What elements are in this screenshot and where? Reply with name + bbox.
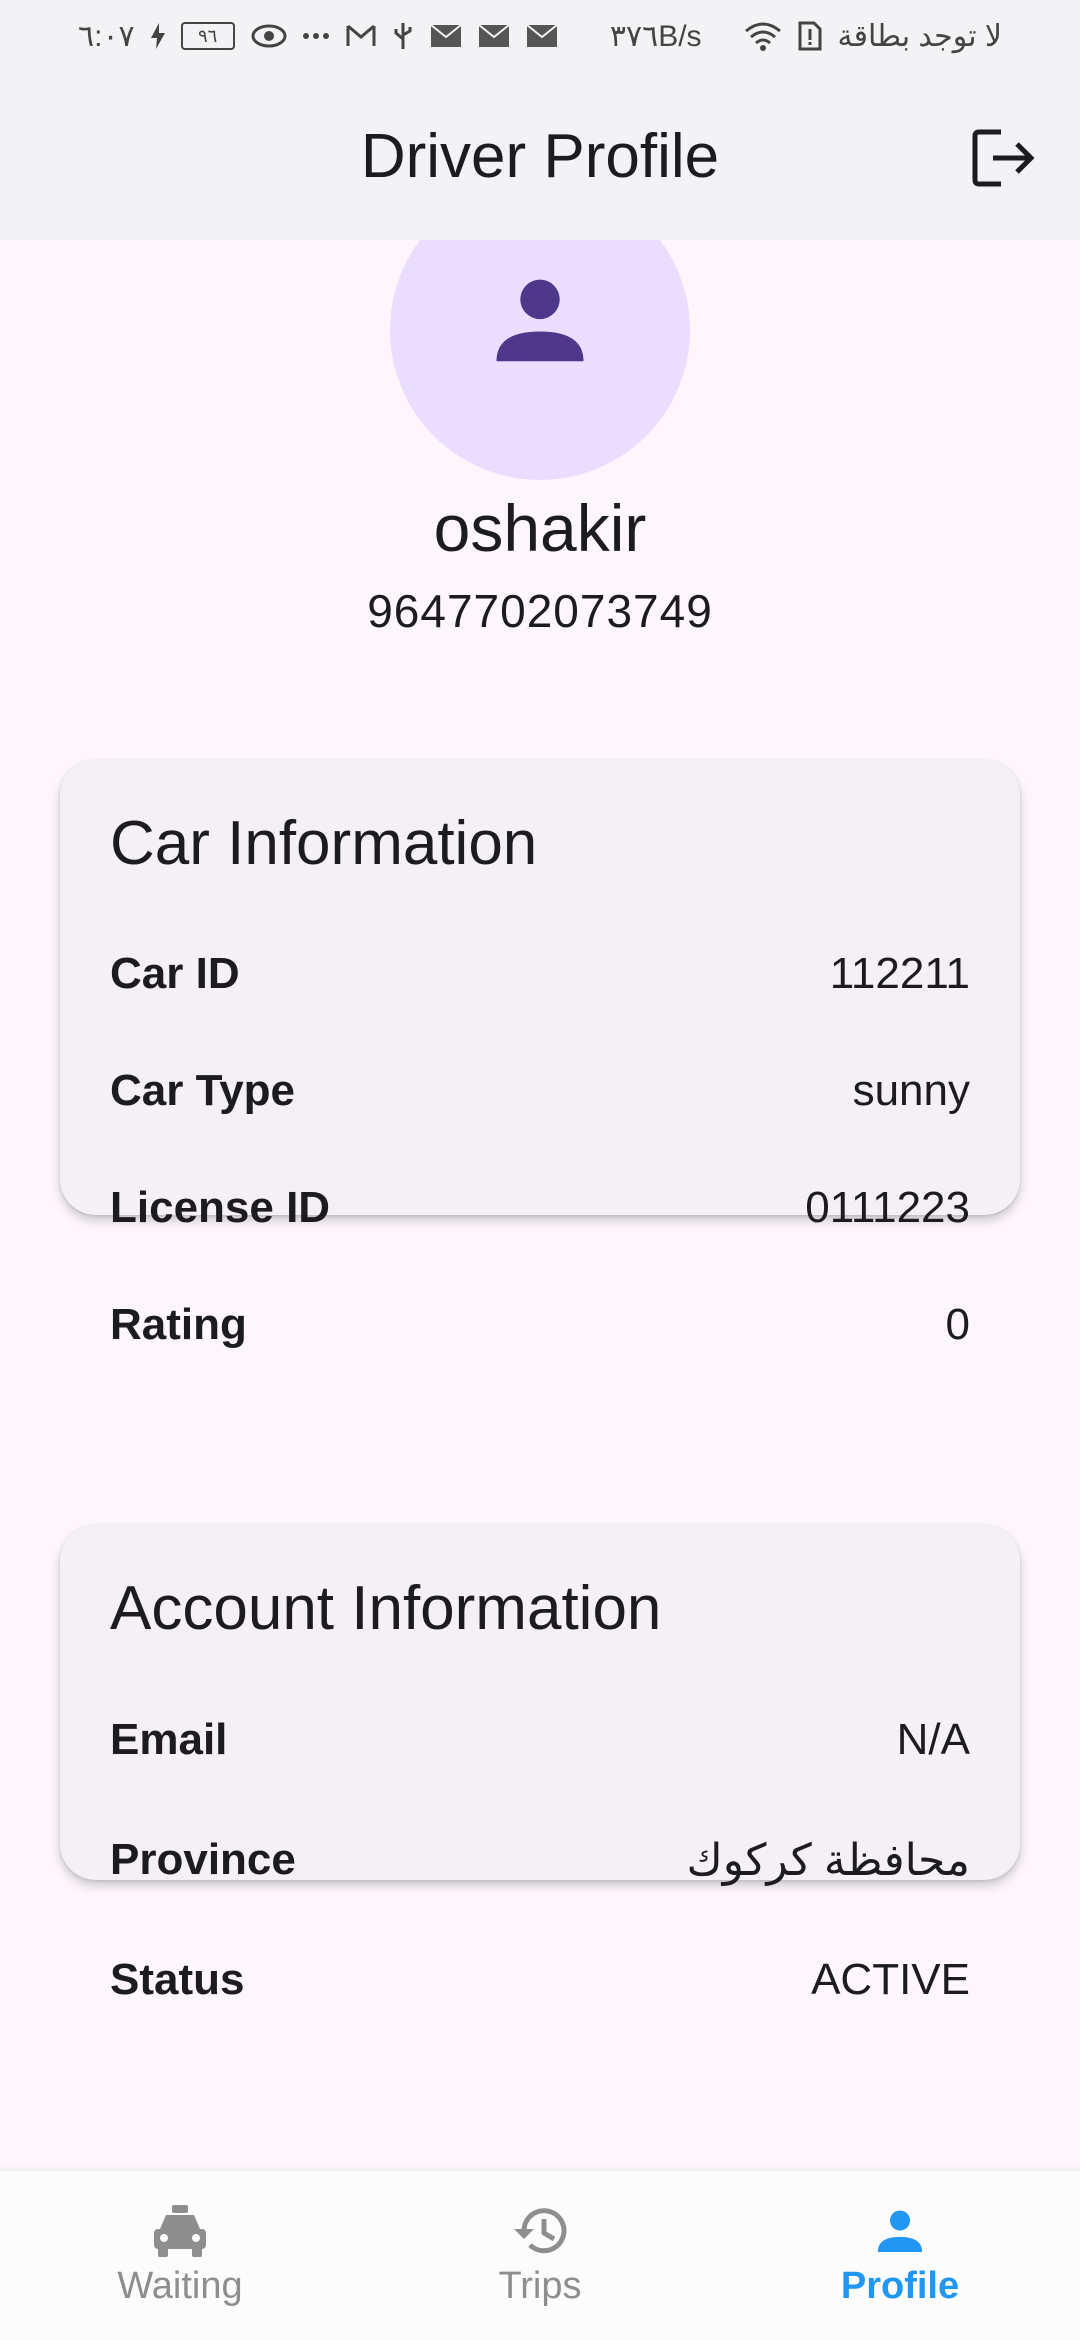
taxi-icon	[154, 2205, 206, 2257]
more-icon	[302, 32, 330, 40]
account-info-card: Account Information Email N/A Province م…	[60, 1525, 1020, 2004]
profile-content: oshakir 9647702073749 Car Information Ca…	[0, 240, 1080, 2170]
mail-icon	[430, 24, 462, 48]
license-id-row: License ID 0111223	[110, 1149, 970, 1266]
nav-item-waiting[interactable]: Waiting	[0, 2171, 360, 2340]
car-type-row: Car Type sunny	[110, 1032, 970, 1149]
page-title: Driver Profile	[360, 121, 720, 191]
status-time: ٦:٠٧	[78, 19, 135, 53]
status-row: Status ACTIVE	[110, 1920, 970, 2040]
nav-label-profile: Profile	[840, 2265, 960, 2307]
driver-name: oshakir	[433, 491, 647, 565]
driver-phone: 9647702073749	[367, 585, 713, 637]
nav-item-profile[interactable]: Profile	[720, 2171, 1080, 2340]
province-row: Province محافظة كركوك	[110, 1800, 970, 1920]
app-bar: Driver Profile	[0, 72, 1080, 240]
nav-label-trips: Trips	[498, 2265, 582, 2307]
email-row: Email N/A	[110, 1680, 970, 1800]
row-label: Car ID	[110, 948, 240, 998]
gmail-icon	[346, 24, 376, 48]
charging-icon	[150, 23, 165, 49]
person-icon	[877, 2210, 923, 2252]
row-label: Province	[110, 1835, 296, 1884]
car-info-title: Car Information	[110, 809, 538, 878]
mail-icon	[526, 24, 558, 48]
usb-icon	[392, 21, 414, 51]
nav-item-trips[interactable]: Trips	[360, 2171, 720, 2340]
status-bar: ٦:٠٧ ٩٦ ٣٧٦B/s لا توجد بطاقة	[0, 0, 1080, 72]
row-label: Email	[110, 1715, 228, 1764]
account-info-title: Account Information	[110, 1574, 662, 1643]
wifi-icon	[744, 21, 782, 51]
carrier-text: لا توجد بطاقة	[837, 19, 1002, 53]
car-info-card: Car Information Car ID 112211 Car Type s…	[60, 760, 1020, 1349]
eye-icon	[251, 23, 287, 49]
avatar	[390, 240, 690, 480]
status-right: ٣٧٦B/s لا توجد بطاقة	[302, 19, 1002, 54]
person-icon	[496, 279, 584, 362]
mail-icon	[478, 24, 510, 48]
logout-icon	[972, 129, 1035, 187]
status-left: ٦:٠٧ ٩٦	[78, 19, 287, 54]
row-value: ACTIVE	[811, 1955, 970, 2004]
history-icon	[514, 2208, 567, 2254]
row-value: sunny	[852, 1065, 970, 1115]
row-value: محافظة كركوك	[686, 1835, 971, 1885]
row-label: Status	[110, 1955, 245, 2004]
bottom-nav: Waiting Trips Profile	[0, 2170, 1080, 2340]
row-value: 0	[945, 1299, 970, 1349]
row-value: 112211	[829, 948, 970, 998]
sim-alert-icon	[798, 21, 822, 51]
battery-icon: ٩٦	[180, 22, 235, 50]
row-value: N/A	[896, 1715, 970, 1764]
network-speed: ٣٧٦B/s	[609, 19, 702, 53]
row-label: Rating	[110, 1299, 247, 1349]
row-value: 0111223	[805, 1182, 970, 1232]
car-id-row: Car ID 112211	[110, 915, 970, 1032]
nav-label-waiting: Waiting	[117, 2265, 243, 2307]
logout-button[interactable]	[964, 118, 1044, 198]
row-label: Car Type	[110, 1065, 296, 1115]
row-label: License ID	[110, 1182, 331, 1232]
rating-row: Rating 0	[110, 1266, 970, 1383]
